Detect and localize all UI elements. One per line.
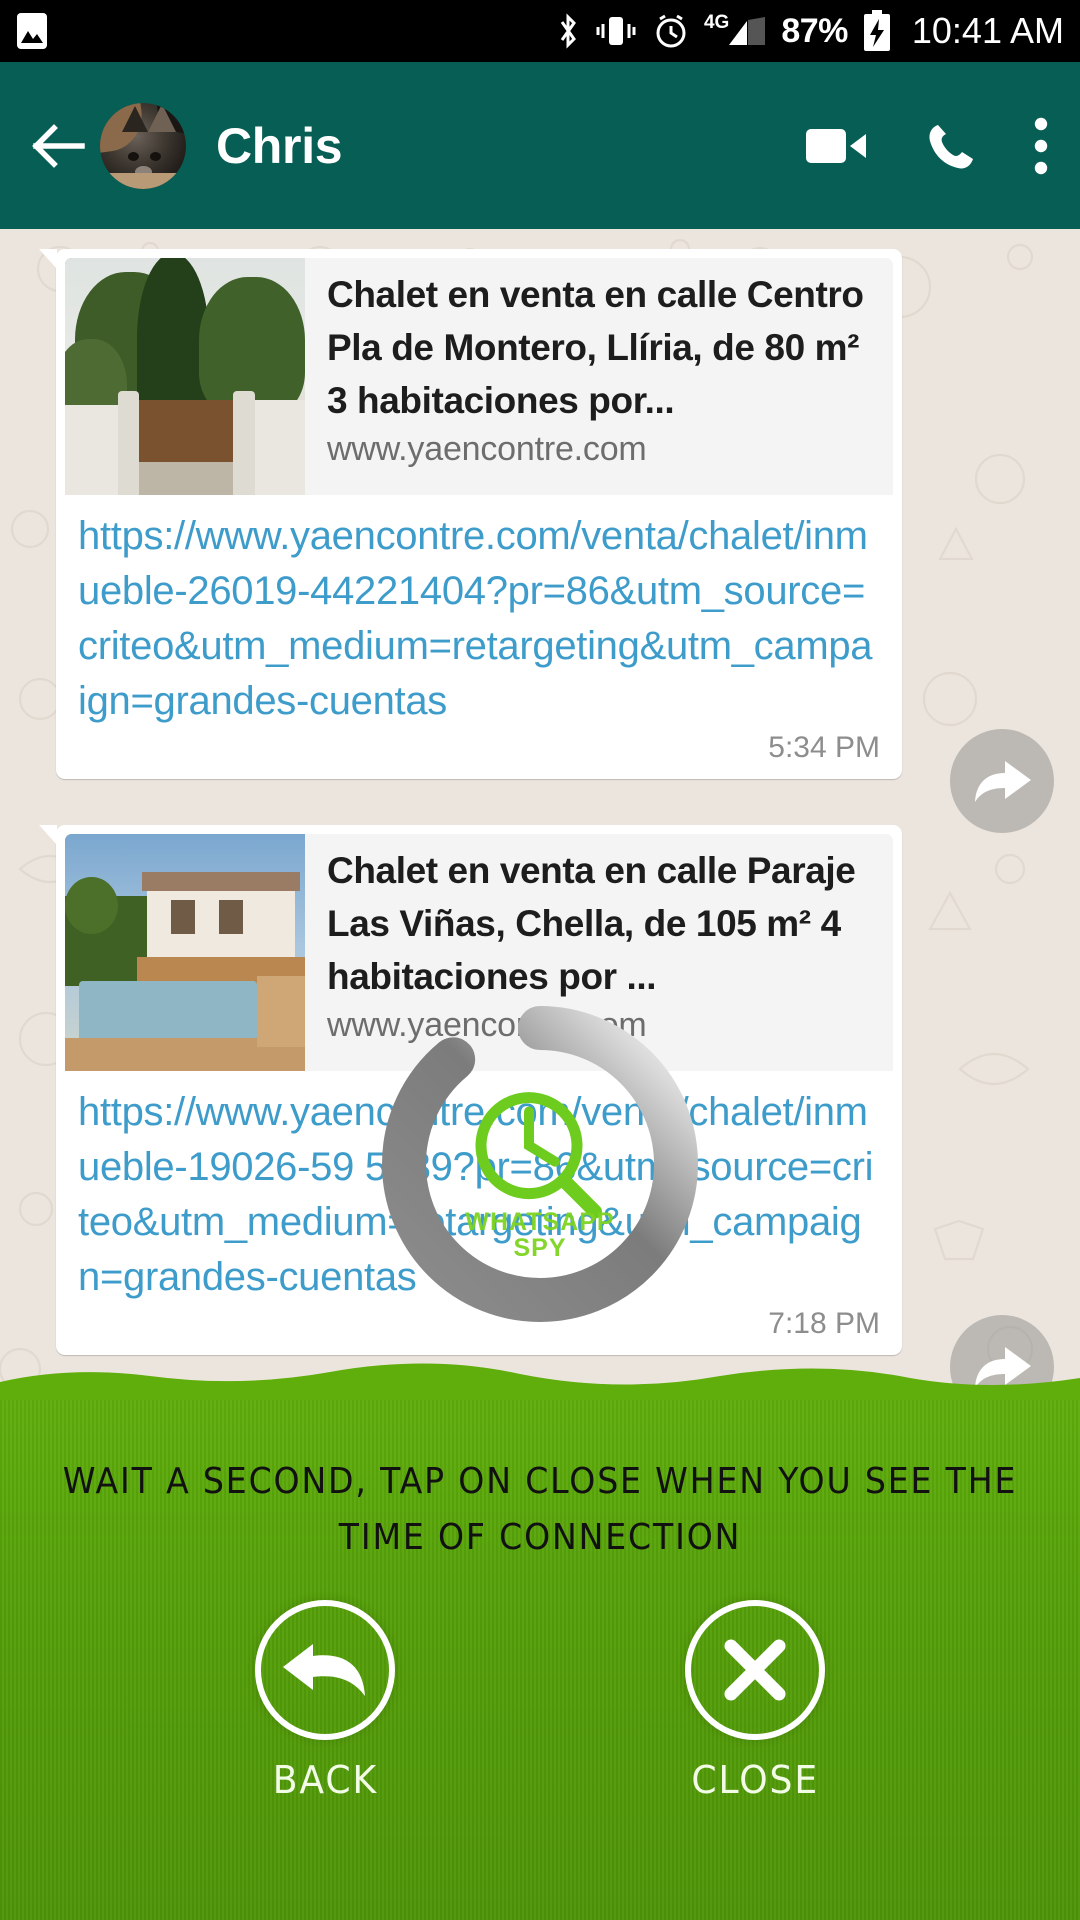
bluetooth-icon xyxy=(556,11,580,51)
message-timestamp: 5:34 PM xyxy=(768,731,880,764)
video-call-icon[interactable] xyxy=(806,125,868,167)
panel-buttons: BACK CLOSE xyxy=(0,1600,1080,1802)
link-preview-title: Chalet en venta en calle Paraje Las Viña… xyxy=(327,850,856,997)
status-bar: 4G 87% 10:41 AM xyxy=(0,0,1080,62)
bottom-instruction-panel: WAIT A SECOND, TAP ON CLOSE WHEN YOU SEE… xyxy=(0,1400,1080,1920)
whatsapp-header: Chris xyxy=(0,62,1080,229)
close-x-icon[interactable] xyxy=(685,1600,825,1740)
signal-icon: 4G xyxy=(703,12,767,49)
instruction-line-1: WAIT A SECOND, TAP ON CLOSE WHEN YOU SEE… xyxy=(62,1461,1018,1502)
link-preview-text: Chalet en venta en calle Centro Pla de M… xyxy=(305,258,893,495)
back-button[interactable]: BACK xyxy=(255,1600,395,1802)
status-bar-right: 4G 87% 10:41 AM xyxy=(556,10,1064,52)
instruction-line-2: TIME OF CONNECTION xyxy=(338,1517,742,1558)
image-icon xyxy=(16,12,48,50)
close-button-label: CLOSE xyxy=(691,1758,819,1802)
page-title[interactable]: Chris xyxy=(216,117,343,175)
forward-arrow-icon[interactable] xyxy=(950,729,1054,833)
alarm-icon xyxy=(652,12,690,50)
overflow-menu-icon[interactable] xyxy=(1034,117,1048,175)
header-actions xyxy=(806,117,1054,175)
status-bar-left xyxy=(16,12,48,50)
voice-call-icon[interactable] xyxy=(926,121,976,171)
message-bubble[interactable]: Chalet en venta en calle Centro Pla de M… xyxy=(39,249,902,779)
link-preview-title: Chalet en venta en calle Centro Pla de M… xyxy=(327,274,864,421)
battery-charging-icon xyxy=(862,10,892,52)
clock-label: 10:41 AM xyxy=(911,10,1064,51)
link-preview-domain: www.yaencontre.com xyxy=(327,1006,647,1044)
link-preview-domain: www.yaencontre.com xyxy=(327,430,647,468)
link-preview-thumbnail xyxy=(65,834,305,1071)
link-preview-card[interactable]: Chalet en venta en calle Centro Pla de M… xyxy=(65,258,893,495)
close-button[interactable]: CLOSE xyxy=(685,1600,825,1802)
back-arrow-icon[interactable] xyxy=(26,114,90,178)
message-link[interactable]: https://www.yaencontre.com/venta/chalet/… xyxy=(56,1071,902,1305)
vibrate-icon xyxy=(594,13,638,49)
link-preview-thumbnail xyxy=(65,258,305,495)
message-timestamp: 7:18 PM xyxy=(768,1307,880,1340)
green-panel-top-edge xyxy=(0,1363,1080,1400)
message-link[interactable]: https://www.yaencontre.com/venta/chalet/… xyxy=(56,495,902,729)
back-button-label: BACK xyxy=(272,1758,378,1802)
instruction-text: WAIT A SECOND, TAP ON CLOSE WHEN YOU SEE… xyxy=(43,1454,1037,1566)
avatar[interactable] xyxy=(100,102,186,189)
network-type-label: 4G xyxy=(703,12,730,33)
message-bubble[interactable]: Chalet en venta en calle Paraje Las Viña… xyxy=(39,825,902,1355)
link-preview-text: Chalet en venta en calle Paraje Las Viña… xyxy=(305,834,893,1071)
back-curved-arrow-icon[interactable] xyxy=(255,1600,395,1740)
link-preview-card[interactable]: Chalet en venta en calle Paraje Las Viña… xyxy=(65,834,893,1071)
battery-percent-label: 87% xyxy=(781,11,848,50)
